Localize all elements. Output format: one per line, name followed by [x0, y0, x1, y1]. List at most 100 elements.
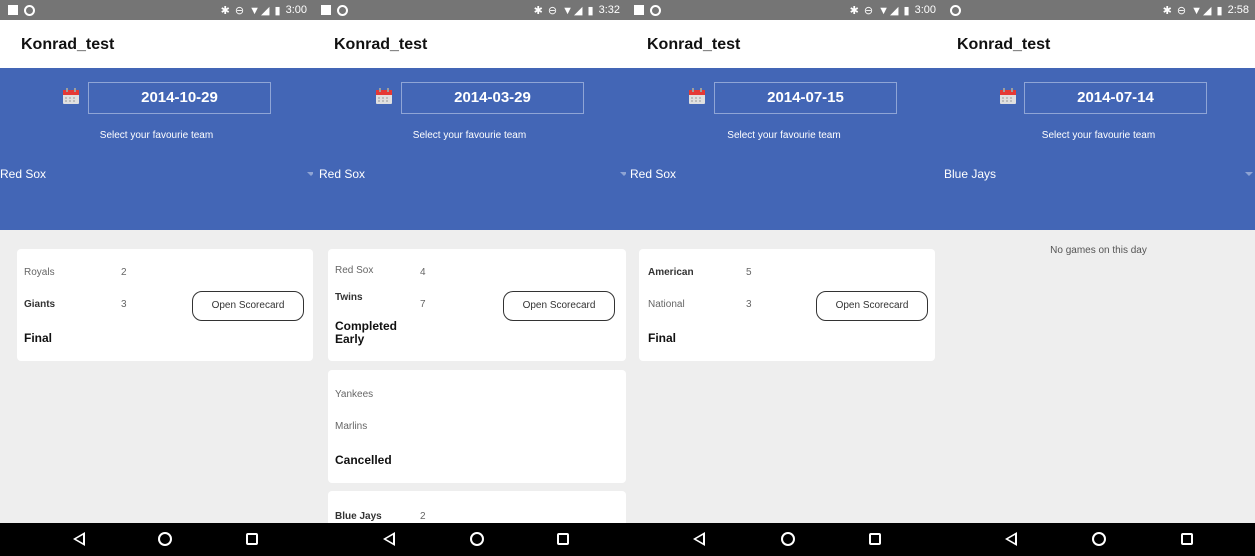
team1-name: Blue Jays: [335, 511, 382, 522]
team1-name: American: [648, 267, 694, 278]
app-bar: Konrad_test: [942, 20, 1255, 68]
team-dropdown[interactable]: Red Sox: [313, 164, 626, 184]
team2-name: Marlins: [335, 421, 368, 432]
team1-score: 5: [746, 267, 752, 278]
calendar-icon[interactable]: [688, 87, 706, 105]
team2-name: National: [648, 299, 685, 310]
game-status: Completed Early: [335, 319, 398, 346]
empty-state-message: No games on this day: [1050, 245, 1147, 256]
recent-apps-icon[interactable]: [1181, 533, 1193, 545]
calendar-icon[interactable]: [999, 87, 1017, 105]
status-bar: ✱ ⊖ ▼◢ ▮ 2:58: [942, 0, 1255, 20]
app-title: Konrad_test: [21, 36, 115, 53]
open-scorecard-button[interactable]: Open Scorecard: [503, 291, 615, 321]
nav-bar: [942, 523, 1255, 556]
notification-icon: [321, 5, 331, 15]
calendar-icon[interactable]: [375, 87, 393, 105]
signal-icons: ✱ ⊖ ▼◢ ▮: [220, 4, 282, 17]
app-title: Konrad_test: [334, 36, 428, 53]
home-icon[interactable]: [1092, 532, 1106, 546]
app-title: Konrad_test: [957, 36, 1051, 53]
date-picker-field[interactable]: 2014-07-14: [1024, 82, 1207, 114]
nav-bar: [0, 523, 313, 556]
date-picker-field[interactable]: 2014-03-29: [401, 82, 584, 114]
notification-icon: [634, 5, 644, 15]
app-bar: Konrad_test: [313, 20, 626, 68]
team2-score: 3: [746, 299, 752, 310]
status-time: 3:00: [285, 4, 307, 16]
team2-name: Giants: [24, 299, 56, 310]
phone-screen-2: ✱ ⊖ ▼◢ ▮ 3:32 Konrad_test 2014-03-29 Sele…: [313, 0, 626, 556]
home-icon[interactable]: [158, 532, 172, 546]
phone-screen-1: ✱ ⊖ ▼◢ ▮ 3:00 Konrad_test 2014-10-29 Sele…: [0, 0, 313, 556]
sync-icon: [950, 4, 961, 16]
team-dropdown-value: Blue Jays: [944, 167, 997, 181]
team1-name: Yankees: [335, 389, 374, 400]
app-title: Konrad_test: [647, 36, 741, 53]
recent-apps-icon[interactable]: [557, 533, 569, 545]
status-time: 2:58: [1227, 4, 1249, 16]
select-team-label: Select your favourie team: [727, 130, 841, 141]
status-time: 3:32: [598, 4, 620, 16]
team-dropdown-value: Red Sox: [319, 167, 366, 181]
team-dropdown-value: Red Sox: [0, 167, 47, 181]
team-dropdown[interactable]: Red Sox: [626, 164, 942, 184]
status-bar: ✱ ⊖ ▼◢ ▮ 3:32: [313, 0, 626, 20]
signal-icons: ✱ ⊖ ▼◢ ▮: [1162, 4, 1224, 17]
home-icon[interactable]: [781, 532, 795, 546]
filter-panel: 2014-03-29 Select your favourie team Red…: [313, 68, 626, 230]
team2-name: Twins: [335, 292, 363, 303]
team2-score: 3: [121, 299, 127, 310]
select-team-label: Select your favourie team: [99, 130, 214, 141]
team-dropdown[interactable]: Red Sox: [0, 164, 313, 184]
team1-score: 4: [420, 267, 426, 278]
status-bar: ✱ ⊖ ▼◢ ▮ 3:00: [626, 0, 942, 20]
game-card: Yankees Marlins Cancelled: [328, 370, 626, 483]
signal-icons: ✱ ⊖ ▼◢ ▮: [533, 4, 595, 17]
filter-panel: 2014-07-15 Select your favourie team Red…: [626, 68, 942, 230]
calendar-icon[interactable]: [62, 87, 80, 105]
date-picker-field[interactable]: 2014-10-29: [88, 82, 271, 114]
home-icon[interactable]: [470, 532, 484, 546]
phone-screen-3: ✱ ⊖ ▼◢ ▮ 3:00 Konrad_test 2014-07-15 Sele…: [626, 0, 942, 556]
sync-icon: [24, 4, 35, 16]
back-icon[interactable]: [1005, 532, 1017, 546]
game-card: Royals 2 Giants 3 Final Open Scorecard: [17, 249, 313, 361]
nav-bar: [313, 523, 626, 556]
back-icon[interactable]: [73, 532, 85, 546]
status-time: 3:00: [914, 4, 936, 16]
app-bar: Konrad_test: [626, 20, 942, 68]
team1-name: Red Sox: [335, 265, 374, 276]
date-picker-field[interactable]: 2014-07-15: [714, 82, 897, 114]
open-scorecard-button[interactable]: Open Scorecard: [816, 291, 928, 321]
notification-icon: [8, 5, 18, 15]
open-scorecard-button[interactable]: Open Scorecard: [192, 291, 304, 321]
game-status: Final: [648, 331, 677, 345]
team2-score: 7: [420, 299, 426, 310]
game-card: Red Sox 4 Twins 7 Completed Early Open S…: [328, 249, 626, 361]
team1-score: 2: [121, 267, 127, 278]
game-card: American 5 National 3 Final Open Scoreca…: [639, 249, 935, 361]
select-team-label: Select your favourie team: [412, 130, 527, 141]
filter-panel: 2014-07-14 Select your favourie team Blu…: [942, 68, 1255, 230]
phone-screen-4: ✱ ⊖ ▼◢ ▮ 2:58 Konrad_test 2014-07-14 Sele…: [942, 0, 1255, 556]
select-team-label: Select your favourie team: [1041, 130, 1156, 141]
team1-score: 2: [420, 511, 426, 522]
back-icon[interactable]: [383, 532, 395, 546]
status-bar: ✱ ⊖ ▼◢ ▮ 3:00: [0, 0, 313, 20]
team1-name: Royals: [24, 267, 55, 278]
game-status: Final: [24, 331, 53, 345]
team-dropdown[interactable]: Blue Jays: [942, 164, 1255, 184]
recent-apps-icon[interactable]: [869, 533, 881, 545]
nav-bar: [626, 523, 942, 556]
sync-icon: [650, 4, 661, 16]
signal-icons: ✱ ⊖ ▼◢ ▮: [849, 4, 911, 17]
back-icon[interactable]: [693, 532, 705, 546]
filter-panel: 2014-10-29 Select your favourie team Red…: [0, 68, 313, 230]
game-status: Cancelled: [335, 453, 392, 467]
sync-icon: [337, 4, 348, 16]
team-dropdown-value: Red Sox: [630, 167, 677, 181]
app-bar: Konrad_test: [0, 20, 313, 68]
dropdown-arrow-icon: [1245, 172, 1253, 176]
recent-apps-icon[interactable]: [246, 533, 258, 545]
